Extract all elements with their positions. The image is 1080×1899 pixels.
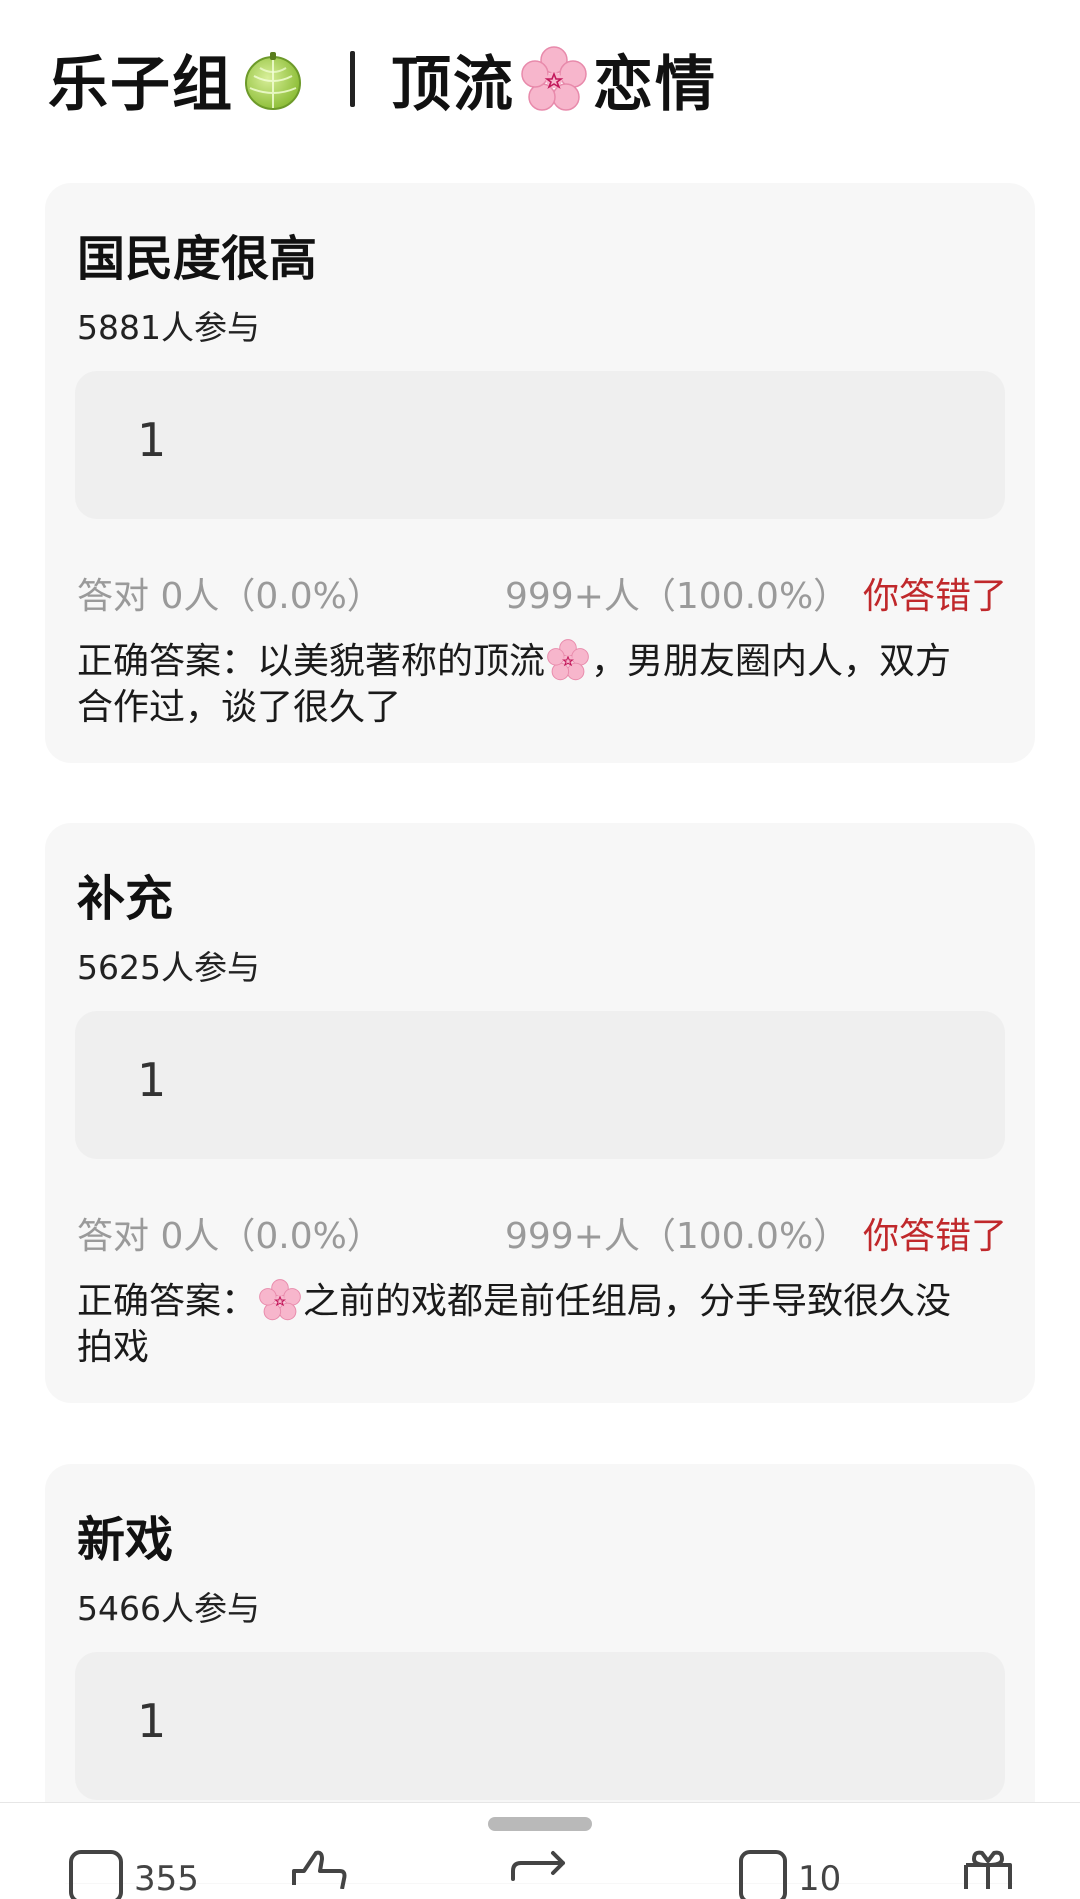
result-stats: 答对 0人（0.0%） 999+人（100.0%） 你答错了 bbox=[77, 1207, 1007, 1257]
correct-answer: 正确答案： 之前的戏都是前任组局，分手导致很久没拍戏 bbox=[77, 1279, 977, 1371]
like-button[interactable] bbox=[288, 1849, 348, 1889]
comment-count: 355 bbox=[134, 1859, 199, 1899]
participant-count: 5881人参与 bbox=[77, 308, 260, 347]
bottom-action-bar: 355 10 bbox=[0, 1802, 1080, 1899]
cherry-blossom-icon bbox=[547, 639, 589, 681]
correct-answer-text: 正确答案： bbox=[77, 1281, 258, 1322]
wrong-stat: 999+人（100.0%） bbox=[505, 1216, 850, 1257]
comment-icon bbox=[68, 1849, 126, 1899]
title-left-text: 乐子组 bbox=[48, 49, 234, 120]
gift-button[interactable] bbox=[960, 1849, 1016, 1889]
title-right-text-1: 顶流 bbox=[391, 49, 515, 120]
card-title: 补充 bbox=[77, 871, 174, 927]
cherry-blossom-icon bbox=[259, 1279, 301, 1321]
answer-option[interactable]: 1 bbox=[75, 1652, 1005, 1800]
quiz-card: 补充 5625人参与 1 答对 0人（0.0%） 999+人（100.0%） 你… bbox=[45, 823, 1035, 1403]
answer-option-label: 1 bbox=[137, 1053, 167, 1107]
correct-stat: 答对 0人（0.0%） bbox=[77, 1216, 383, 1257]
correct-answer: 正确答案：以美貌著称的顶流 ，男朋友圈内人，双方合作过，谈了很久了 bbox=[77, 639, 977, 731]
answer-option-label: 1 bbox=[137, 413, 167, 467]
answer-option-label: 1 bbox=[137, 1694, 167, 1748]
repost-icon bbox=[505, 1849, 575, 1889]
result-stats: 答对 0人（0.0%） 999+人（100.0%） 你答错了 bbox=[77, 567, 1007, 617]
correct-answer-text: 正确答案：以美貌著称的顶流 bbox=[77, 641, 546, 682]
message-icon bbox=[738, 1849, 790, 1899]
participant-count: 5625人参与 bbox=[77, 948, 260, 987]
answer-option[interactable]: 1 bbox=[75, 1011, 1005, 1159]
title-separator bbox=[350, 51, 355, 107]
correct-stat: 答对 0人（0.0%） bbox=[77, 576, 383, 617]
melon-icon bbox=[240, 46, 306, 112]
comment-button[interactable]: 355 bbox=[68, 1849, 199, 1899]
message-count: 10 bbox=[798, 1859, 842, 1899]
title-right-text-2: 恋情 bbox=[593, 49, 717, 120]
card-title: 新戏 bbox=[77, 1512, 174, 1568]
message-button[interactable]: 10 bbox=[738, 1849, 841, 1899]
page-title: 乐子组 顶流 恋情 bbox=[48, 34, 717, 124]
result-tag: 你答错了 bbox=[862, 1216, 1007, 1257]
cherry-blossom-icon bbox=[521, 46, 587, 112]
card-title: 国民度很高 bbox=[77, 231, 318, 287]
participant-count: 5466人参与 bbox=[77, 1589, 260, 1628]
answer-option[interactable]: 1 bbox=[75, 371, 1005, 519]
gift-icon bbox=[960, 1849, 1016, 1889]
thumbs-up-icon bbox=[288, 1849, 348, 1889]
share-button[interactable] bbox=[505, 1849, 575, 1889]
wrong-stat: 999+人（100.0%） bbox=[505, 576, 850, 617]
result-tag: 你答错了 bbox=[862, 576, 1007, 617]
drag-handle[interactable] bbox=[488, 1817, 592, 1831]
quiz-card: 国民度很高 5881人参与 1 答对 0人（0.0%） 999+人（100.0%… bbox=[45, 183, 1035, 763]
